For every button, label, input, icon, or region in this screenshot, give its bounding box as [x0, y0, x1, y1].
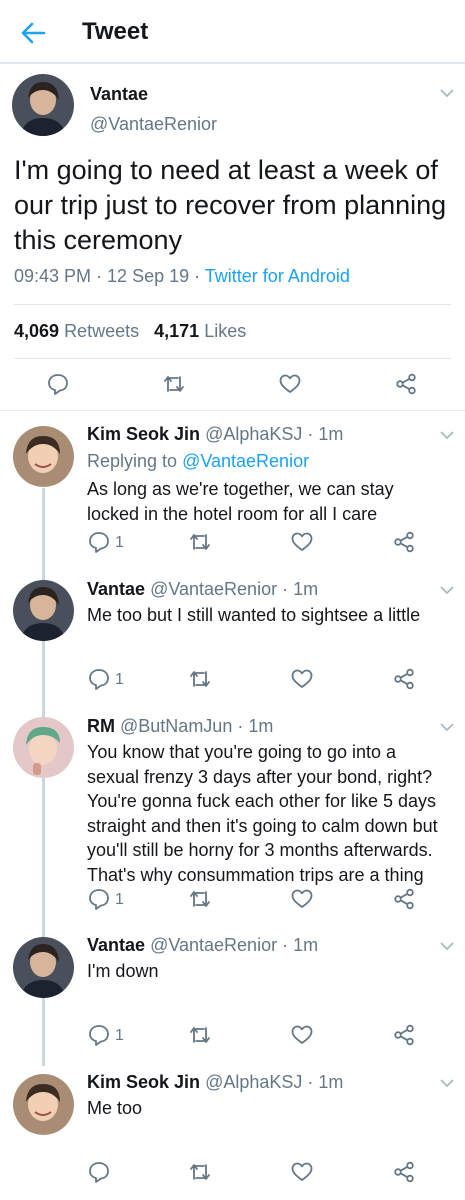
retweet-icon[interactable]	[188, 667, 212, 691]
heart-icon[interactable]	[290, 530, 314, 554]
timestamp: 09:43 PM · 12 Sep 19 ·	[14, 266, 205, 286]
back-arrow-icon[interactable]	[20, 20, 46, 46]
author-name[interactable]: Kim Seok Jin	[87, 424, 200, 444]
reply-icon[interactable]	[46, 372, 70, 396]
reply-icon[interactable]	[87, 1160, 111, 1184]
reply-icon[interactable]	[87, 887, 111, 911]
share-icon[interactable]	[392, 1160, 416, 1184]
heart-icon[interactable]	[278, 372, 302, 396]
chevron-down-icon[interactable]	[440, 88, 454, 98]
replying-label: Replying to	[87, 451, 183, 471]
author-name[interactable]: Vantae	[87, 579, 145, 599]
share-icon[interactable]	[394, 372, 418, 396]
author-handle[interactable]: @AlphaKSJ · 1m	[205, 424, 343, 444]
reply-icon[interactable]	[87, 667, 111, 691]
share-icon[interactable]	[392, 887, 416, 911]
retweets-label[interactable]: Retweets	[64, 321, 139, 341]
heart-icon[interactable]	[290, 1160, 314, 1184]
chevron-down-icon[interactable]	[440, 430, 454, 440]
author-handle[interactable]: @VantaeRenior · 1m	[150, 935, 318, 955]
avatar[interactable]	[13, 426, 74, 487]
author-handle[interactable]: @ButNamJun · 1m	[120, 716, 273, 736]
replying-to: Replying to @VantaeRenior	[87, 451, 309, 472]
author-handle[interactable]: @VantaeRenior	[90, 114, 217, 135]
reply-text: You know that you're going to go into a …	[87, 742, 438, 885]
avatar[interactable]	[13, 580, 74, 641]
reply-author[interactable]: Kim Seok Jin @AlphaKSJ · 1m	[87, 1072, 343, 1093]
retweet-icon[interactable]	[188, 1160, 212, 1184]
avatar[interactable]	[13, 717, 74, 778]
author-name[interactable]: Kim Seok Jin	[87, 1072, 200, 1092]
chevron-down-icon[interactable]	[440, 722, 454, 732]
heart-icon[interactable]	[290, 667, 314, 691]
share-icon[interactable]	[392, 530, 416, 554]
avatar[interactable]	[12, 74, 74, 136]
mention-link[interactable]: @VantaeRenior	[182, 451, 309, 471]
reply-author[interactable]: Kim Seok Jin @AlphaKSJ · 1m	[87, 424, 343, 445]
reply-text: As long as we're together, we can stay l…	[87, 479, 394, 524]
page-title: Tweet	[82, 18, 149, 45]
tweet-stats: 4,069 Retweets 4,171 Likes	[14, 321, 246, 342]
reply-text: I'm down	[87, 961, 159, 981]
reply-author[interactable]: Vantae @VantaeRenior · 1m	[87, 935, 318, 956]
retweet-icon[interactable]	[188, 1023, 212, 1047]
divider	[0, 410, 465, 411]
reply-count: 1	[115, 671, 124, 688]
author-name[interactable]: Vantae	[90, 84, 148, 105]
source-link[interactable]: Twitter for Android	[205, 266, 350, 286]
share-icon[interactable]	[392, 1023, 416, 1047]
reply-count: 1	[115, 891, 124, 908]
retweet-icon[interactable]	[162, 372, 186, 396]
chevron-down-icon[interactable]	[440, 1078, 454, 1088]
author-name[interactable]: Vantae	[87, 935, 145, 955]
retweets-count[interactable]: 4,069	[14, 321, 59, 341]
retweet-icon[interactable]	[188, 887, 212, 911]
divider	[14, 304, 451, 305]
divider	[14, 358, 451, 359]
reply-icon[interactable]	[87, 530, 111, 554]
likes-label[interactable]: Likes	[204, 321, 246, 341]
heart-icon[interactable]	[290, 1023, 314, 1047]
reply-icon[interactable]	[87, 1023, 111, 1047]
author-name[interactable]: RM	[87, 716, 115, 736]
avatar[interactable]	[13, 1074, 74, 1135]
chevron-down-icon[interactable]	[440, 941, 454, 951]
share-icon[interactable]	[392, 667, 416, 691]
avatar[interactable]	[13, 937, 74, 998]
reply-text: Me too but I still wanted to sightsee a …	[87, 605, 421, 625]
heart-icon[interactable]	[290, 887, 314, 911]
app-header: Tweet	[0, 0, 465, 64]
tweet-meta: 09:43 PM · 12 Sep 19 · Twitter for Andro…	[14, 266, 350, 287]
likes-count[interactable]: 4,171	[154, 321, 199, 341]
reply-author[interactable]: RM @ButNamJun · 1m	[87, 716, 273, 737]
reply-count: 1	[115, 534, 124, 551]
reply-author[interactable]: Vantae @VantaeRenior · 1m	[87, 579, 318, 600]
author-handle[interactable]: @AlphaKSJ · 1m	[205, 1072, 343, 1092]
tweet-text: I'm going to need at least a week of our…	[14, 155, 447, 255]
retweet-icon[interactable]	[188, 530, 212, 554]
chevron-down-icon[interactable]	[440, 585, 454, 595]
reply-count: 1	[115, 1027, 124, 1044]
author-handle[interactable]: @VantaeRenior · 1m	[150, 579, 318, 599]
reply-text: Me too	[87, 1098, 143, 1118]
